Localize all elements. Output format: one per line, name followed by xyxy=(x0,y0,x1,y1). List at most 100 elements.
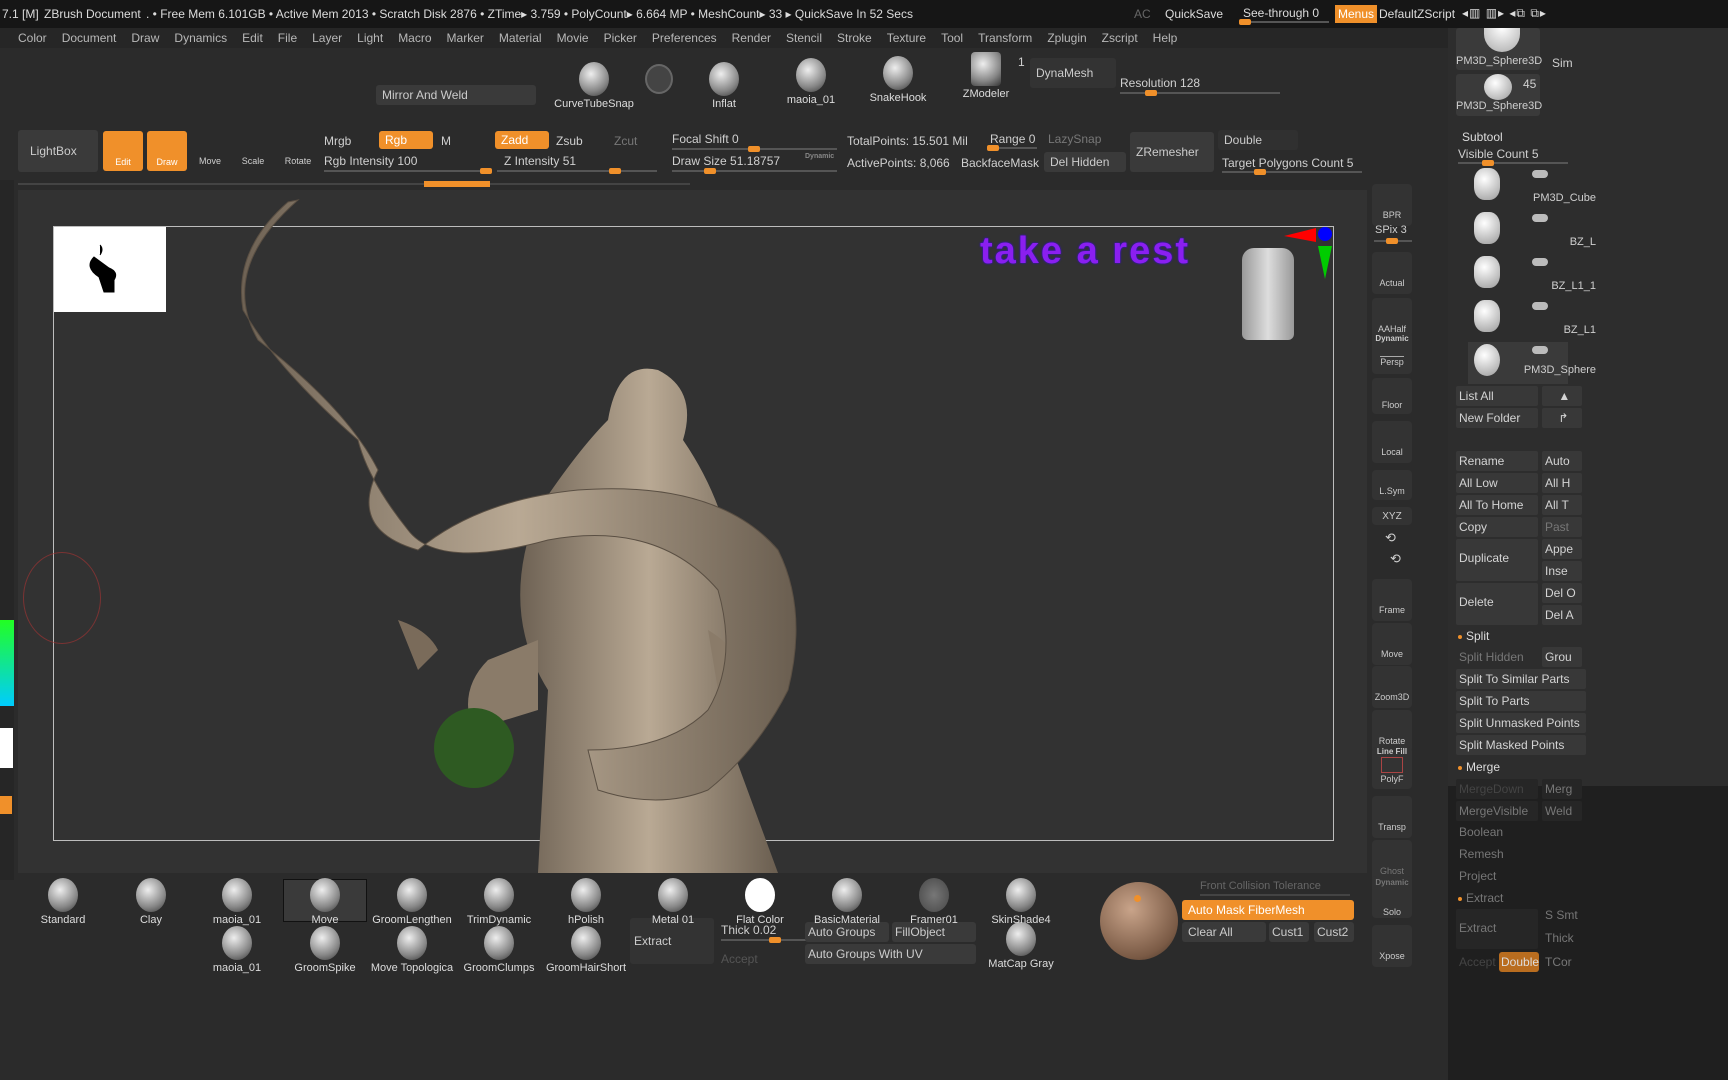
groups-split-button[interactable]: Grou xyxy=(1542,647,1582,667)
resolution-slider[interactable] xyxy=(1120,90,1280,96)
all-low-button[interactable]: All Low xyxy=(1456,473,1538,493)
brush-inflat[interactable]: Inflat xyxy=(682,62,766,110)
all-to-home-button[interactable]: All To Home xyxy=(1456,495,1538,515)
zcut-button[interactable]: Zcut xyxy=(614,134,637,148)
xpose-button[interactable]: Xpose xyxy=(1372,925,1412,967)
visibility-toggle-icon[interactable] xyxy=(1532,258,1548,266)
menu-zplugin[interactable]: Zplugin xyxy=(1047,31,1086,45)
thick-slider[interactable] xyxy=(721,937,806,943)
spix-slider[interactable] xyxy=(1374,238,1412,244)
xyz-button[interactable]: XYZ xyxy=(1372,507,1412,525)
transp-button[interactable]: Transp xyxy=(1372,796,1412,838)
m-button[interactable]: M xyxy=(441,134,451,148)
zoom3d-button[interactable]: Zoom3D xyxy=(1372,666,1412,708)
layout-arrows-icon[interactable]: ◂▥ ▥▸ ◂⧉ ⧉▸ xyxy=(1462,6,1547,21)
menu-stroke[interactable]: Stroke xyxy=(837,31,872,45)
merge-down-button[interactable]: MergeDown xyxy=(1456,779,1538,799)
menu-macro[interactable]: Macro xyxy=(398,31,431,45)
dynamesh-button[interactable]: DynaMesh xyxy=(1030,58,1116,88)
brush-flat-color[interactable]: Flat Color xyxy=(718,878,802,926)
timeline-track[interactable] xyxy=(18,181,690,187)
brush-maoia[interactable]: maoia_01 xyxy=(769,58,853,106)
dynamic-toggle[interactable]: Dynamic xyxy=(805,153,834,160)
all-to-target-button[interactable]: All T xyxy=(1542,495,1582,515)
menu-texture[interactable]: Texture xyxy=(887,31,926,45)
merge-section[interactable]: Merge xyxy=(1458,760,1500,774)
move-view-button[interactable]: Move xyxy=(1372,623,1412,665)
brush-hpolish[interactable]: hPolish xyxy=(544,878,628,926)
zsub-button[interactable]: Zsub xyxy=(556,134,583,148)
auto-reorder-button[interactable]: Auto xyxy=(1542,451,1582,471)
range-slider[interactable] xyxy=(987,145,1037,151)
menus-button[interactable]: Menus xyxy=(1335,5,1378,23)
menu-zscript[interactable]: Zscript xyxy=(1102,31,1138,45)
secondary-color-swatch[interactable] xyxy=(0,796,12,814)
extract-section[interactable]: Extract xyxy=(1458,891,1503,905)
remesh-section[interactable]: Remesh xyxy=(1459,847,1504,861)
brush-curvetubesnap[interactable]: CurveTubeSnap xyxy=(551,62,637,110)
arrow-up-icon[interactable]: ▲ xyxy=(1542,386,1582,406)
menu-tool[interactable]: Tool xyxy=(941,31,963,45)
rename-button[interactable]: Rename xyxy=(1456,451,1538,471)
visible-count-slider[interactable] xyxy=(1458,160,1568,166)
brush-maoia_01[interactable]: maoia_01 xyxy=(195,878,279,926)
draw-size-slider[interactable] xyxy=(672,168,837,174)
split-section[interactable]: Split xyxy=(1458,629,1489,643)
menu-preferences[interactable]: Preferences xyxy=(652,31,717,45)
weld-button[interactable]: Weld xyxy=(1542,801,1582,821)
project-section[interactable]: Project xyxy=(1459,869,1496,883)
visibility-toggle-icon[interactable] xyxy=(1532,214,1548,222)
subtool-item[interactable]: PM3D_Sphere xyxy=(1468,342,1596,384)
brush-zmodeler[interactable]: ZModeler xyxy=(944,52,1028,100)
brush-maoia_01[interactable]: maoia_01 xyxy=(195,926,279,974)
double-panel-button[interactable]: Double xyxy=(1499,952,1539,972)
visibility-toggle-icon[interactable] xyxy=(1532,302,1548,310)
actual-button[interactable]: Actual xyxy=(1372,252,1412,294)
auto-groups-uv-button[interactable]: Auto Groups With UV xyxy=(805,944,976,964)
lsym-button[interactable]: L.Sym xyxy=(1372,470,1412,500)
menu-marker[interactable]: Marker xyxy=(447,31,484,45)
subtool-item[interactable]: PM3D_Cube xyxy=(1468,166,1596,208)
z-intensity-slider[interactable] xyxy=(497,168,657,174)
zremesher-button[interactable]: ZRemesher xyxy=(1130,132,1214,172)
menu-material[interactable]: Material xyxy=(499,31,542,45)
redo-arrow-icon[interactable]: ↱ xyxy=(1542,408,1582,428)
menu-movie[interactable]: Movie xyxy=(557,31,589,45)
brush-clay[interactable]: Clay xyxy=(109,878,193,926)
boolean-section[interactable]: Boolean xyxy=(1459,825,1503,839)
brush-groomlengthen[interactable]: GroomLengthen xyxy=(370,878,454,926)
subtool-header[interactable]: Subtool xyxy=(1462,130,1503,144)
focal-shift-slider[interactable] xyxy=(672,146,837,152)
duplicate-button[interactable]: Duplicate xyxy=(1456,539,1538,581)
zadd-button[interactable]: Zadd xyxy=(495,131,549,149)
merge-visible-button[interactable]: MergeVisible xyxy=(1456,801,1538,821)
accept-panel-button[interactable]: Accept xyxy=(1459,955,1496,969)
del-all-button[interactable]: Del A xyxy=(1542,605,1582,625)
clear-all-button[interactable]: Clear All xyxy=(1182,922,1266,942)
split-similar-button[interactable]: Split To Similar Parts xyxy=(1456,669,1586,689)
visibility-toggle-icon[interactable] xyxy=(1532,346,1548,354)
paste-button[interactable]: Past xyxy=(1542,517,1582,537)
visibility-toggle-icon[interactable] xyxy=(1532,170,1548,178)
brush-metal-01[interactable]: Metal 01 xyxy=(631,878,715,926)
backface-mask-button[interactable]: BackfaceMask xyxy=(961,156,1039,170)
persp-button[interactable]: Dynamic Persp xyxy=(1372,332,1412,374)
bpr-button[interactable]: BPR xyxy=(1372,184,1412,226)
brush-matcap-gray[interactable]: MatCap Gray xyxy=(979,922,1063,970)
accept-button[interactable]: Accept xyxy=(721,952,758,966)
material-preview-sphere[interactable] xyxy=(1100,882,1178,960)
menu-layer[interactable]: Layer xyxy=(312,31,342,45)
menu-picker[interactable]: Picker xyxy=(604,31,637,45)
local-button[interactable]: Local xyxy=(1372,421,1412,463)
edit-button[interactable]: Edit xyxy=(103,131,143,171)
insert-button[interactable]: Inse xyxy=(1542,561,1582,581)
all-high-button[interactable]: All H xyxy=(1542,473,1582,493)
rotate-y-icon[interactable]: ⟲ xyxy=(1385,530,1396,546)
del-other-button[interactable]: Del O xyxy=(1542,583,1582,603)
move-button[interactable]: Move xyxy=(190,135,230,171)
rgb-intensity-slider[interactable] xyxy=(324,168,492,174)
list-all-button[interactable]: List All xyxy=(1456,386,1538,406)
append-button[interactable]: Appe xyxy=(1542,539,1582,559)
lazysnap-label[interactable]: LazySnap xyxy=(1048,132,1101,146)
brush-framer01[interactable]: Framer01 xyxy=(892,878,976,926)
